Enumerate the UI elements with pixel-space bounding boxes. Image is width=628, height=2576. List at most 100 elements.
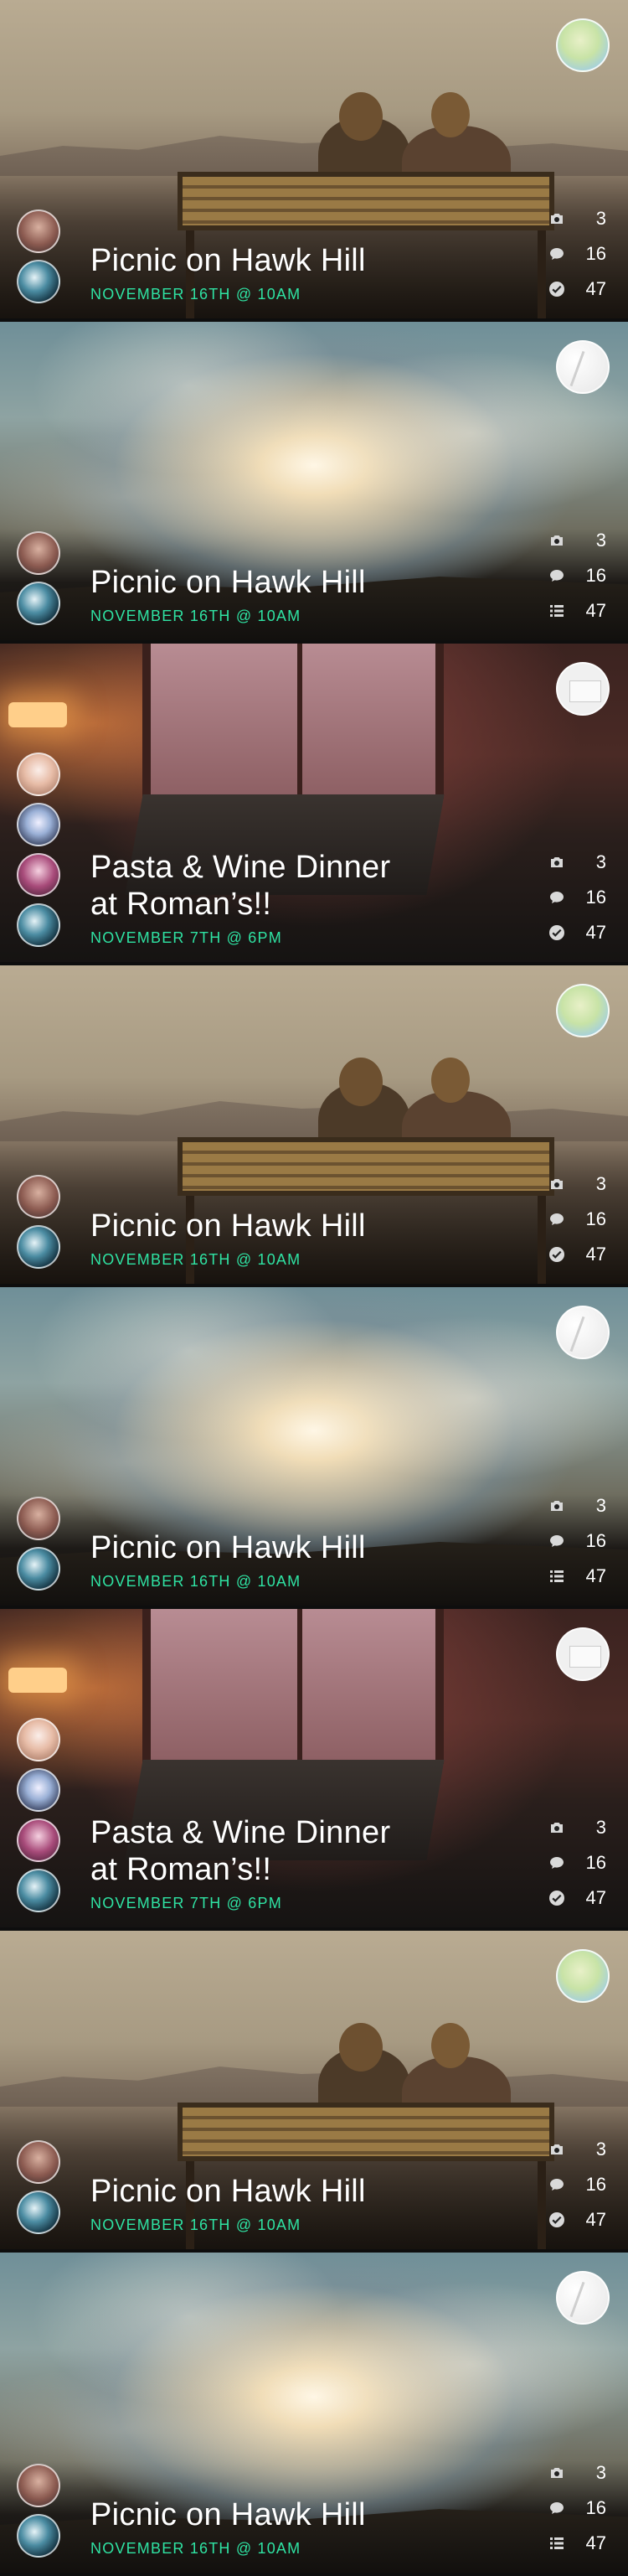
host-avatar[interactable] [556,1627,610,1681]
attendee-avatars[interactable] [17,209,60,303]
rsvp-count-value: 47 [585,1887,606,1908]
event-title[interactable]: Pasta & Wine Dinner at Roman’s!! [90,1814,390,1888]
attendee-avatar[interactable] [17,853,60,897]
attendee-avatar[interactable] [17,582,60,625]
attendee-avatar[interactable] [17,2514,60,2558]
comment-bubble-icon [548,566,566,585]
event-title-line2: at Roman’s!! [90,887,272,922]
event-title[interactable]: Picnic on Hawk Hill [90,2173,366,2210]
attendee-avatar[interactable] [17,753,60,796]
comments-count[interactable]: 16 [548,2167,606,2202]
camera-icon [548,1175,566,1193]
event-title[interactable]: Picnic on Hawk Hill [90,564,366,601]
rsvp-count[interactable]: 47 [548,272,606,307]
attendee-avatar[interactable] [17,2191,60,2234]
host-avatar[interactable] [556,984,610,1037]
host-avatar[interactable] [556,340,610,394]
attendee-avatar[interactable] [17,1869,60,1912]
attendee-avatar[interactable] [17,1818,60,1862]
attendee-avatars[interactable] [17,1175,60,1269]
rsvp-count[interactable]: 47 [548,915,606,950]
photos-count[interactable]: 3 [548,523,606,558]
event-card[interactable]: Picnic on Hawk Hill NOVEMBER 16TH @ 10AM… [0,965,628,1287]
attendee-avatar[interactable] [17,903,60,947]
event-date: NOVEMBER 7TH @ 6PM [90,1895,282,1911]
event-stats: 3 16 47 [548,523,606,628]
event-stats: 3 16 47 [548,2132,606,2237]
comments-count[interactable]: 16 [548,880,606,915]
comments-count[interactable]: 16 [548,2491,606,2526]
rsvp-count[interactable]: 47 [548,1880,606,1916]
photos-count[interactable]: 3 [548,2455,606,2491]
event-date: NOVEMBER 7TH @ 6PM [90,929,282,946]
photos-count[interactable]: 3 [548,201,606,236]
comments-count[interactable]: 16 [548,1523,606,1559]
comments-count[interactable]: 16 [548,558,606,593]
attendee-avatar[interactable] [17,2140,60,2184]
photos-count[interactable]: 3 [548,1810,606,1845]
rsvp-count-value: 47 [585,2209,606,2230]
attendee-avatar[interactable] [17,260,60,303]
event-title[interactable]: Picnic on Hawk Hill [90,242,366,279]
list-icon [548,2534,566,2553]
rsvp-count[interactable]: 47 [548,1559,606,1594]
rsvp-count[interactable]: 47 [548,1237,606,1272]
host-avatar[interactable] [556,1306,610,1359]
comments-count[interactable]: 16 [548,1202,606,1237]
rsvp-count[interactable]: 47 [548,593,606,628]
event-info: Picnic on Hawk Hill NOVEMBER 16TH @ 10AM [90,2496,366,2558]
event-title[interactable]: Pasta & Wine Dinner at Roman’s!! [90,849,390,923]
attendee-avatars[interactable] [17,753,60,947]
comments-count-value: 16 [585,1852,606,1873]
event-stats: 3 16 47 [548,1810,606,1916]
attendee-avatars[interactable] [17,1497,60,1591]
attendee-avatar[interactable] [17,2464,60,2507]
attendee-avatar[interactable] [17,1768,60,1812]
comment-bubble-icon [548,1854,566,1872]
comments-count[interactable]: 16 [548,1845,606,1880]
camera-icon [548,2140,566,2159]
rsvp-count[interactable]: 47 [548,2202,606,2237]
event-card[interactable]: Pasta & Wine Dinner at Roman’s!! NOVEMBE… [0,1609,628,1931]
event-card[interactable]: Picnic on Hawk Hill NOVEMBER 16TH @ 10AM… [0,1931,628,2253]
attendee-avatars[interactable] [17,531,60,625]
event-title[interactable]: Picnic on Hawk Hill [90,2496,366,2533]
host-avatar[interactable] [556,18,610,72]
attendee-avatar[interactable] [17,531,60,575]
event-title[interactable]: Picnic on Hawk Hill [90,1529,366,1566]
photos-count[interactable]: 3 [548,1166,606,1202]
photos-count[interactable]: 3 [548,2132,606,2167]
photos-count[interactable]: 3 [548,845,606,880]
attendee-avatar[interactable] [17,803,60,846]
event-date: NOVEMBER 16TH @ 10AM [90,2540,301,2557]
event-title[interactable]: Picnic on Hawk Hill [90,1208,366,1244]
attendee-avatar[interactable] [17,1497,60,1540]
event-card[interactable]: Picnic on Hawk Hill NOVEMBER 16TH @ 10AM… [0,2253,628,2576]
attendee-avatar[interactable] [17,1718,60,1761]
rsvp-count[interactable]: 47 [548,2526,606,2561]
event-card[interactable]: Picnic on Hawk Hill NOVEMBER 16TH @ 10AM… [0,1287,628,1609]
photos-count-value: 3 [595,2139,606,2160]
attendee-avatar[interactable] [17,1175,60,1218]
comments-count[interactable]: 16 [548,236,606,272]
comments-count-value: 16 [585,2497,606,2518]
host-avatar[interactable] [556,2271,610,2325]
attendee-avatar[interactable] [17,1547,60,1591]
attendee-avatar[interactable] [17,209,60,253]
comment-bubble-icon [548,1210,566,1229]
attendee-avatars[interactable] [17,2464,60,2558]
event-card[interactable]: Picnic on Hawk Hill NOVEMBER 16TH @ 10AM… [0,322,628,644]
photos-count[interactable]: 3 [548,1488,606,1523]
attendee-avatars[interactable] [17,2140,60,2234]
event-stats: 3 16 47 [548,2455,606,2561]
attendee-avatar[interactable] [17,1225,60,1269]
check-circle-icon [548,1245,566,1264]
event-info: Picnic on Hawk Hill NOVEMBER 16TH @ 10AM [90,242,366,303]
event-card[interactable]: Pasta & Wine Dinner at Roman’s!! NOVEMBE… [0,644,628,965]
host-avatar[interactable] [556,662,610,716]
attendee-avatars[interactable] [17,1718,60,1912]
camera-icon [548,853,566,872]
host-avatar[interactable] [556,1949,610,2003]
event-card[interactable]: Picnic on Hawk Hill NOVEMBER 16TH @ 10AM… [0,0,628,322]
comments-count-value: 16 [585,887,606,908]
